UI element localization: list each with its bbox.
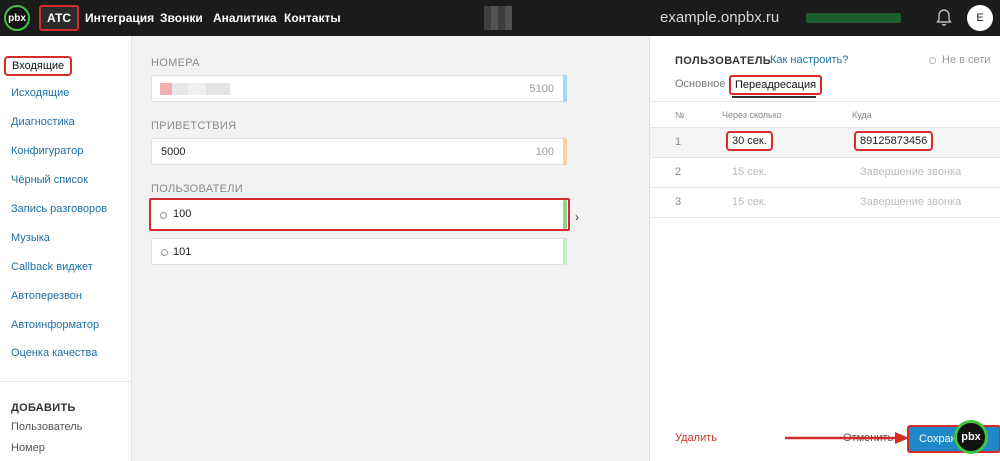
- blurred-phone-number: [160, 83, 230, 95]
- table-row[interactable]: 1 30 сек. 89125873456: [650, 128, 1000, 158]
- table-row[interactable]: 3 15 сек. Завершение звонка: [650, 188, 1000, 218]
- destination-field[interactable]: Завершение звонка: [860, 196, 961, 208]
- panel-title: ПОЛЬЗОВАТЕЛЬ: [675, 55, 772, 67]
- user-settings-panel: ПОЛЬЗОВАТЕЛЬ Как настроить? Не в сети Ос…: [649, 36, 1000, 461]
- nav-calls[interactable]: Звонки: [160, 0, 203, 36]
- tab-general[interactable]: Основное: [675, 78, 725, 90]
- nav-integration[interactable]: Интеграция: [85, 0, 154, 36]
- sidebar-item-diagnostics[interactable]: Диагностика: [11, 116, 75, 128]
- delete-button[interactable]: Удалить: [675, 432, 717, 444]
- user-row-100[interactable]: 100: [149, 198, 570, 231]
- table-row[interactable]: 2 15 сек. Завершение звонка: [650, 158, 1000, 188]
- top-navigation-bar: pbx АТС Интеграция Звонки Аналитика Конт…: [0, 0, 1000, 36]
- user-row-101[interactable]: 101: [151, 238, 567, 265]
- sidebar-item-outgoing[interactable]: Исходящие: [11, 87, 69, 99]
- sidebar-item-music[interactable]: Музыка: [11, 232, 50, 244]
- add-user-link[interactable]: Пользователь: [11, 421, 82, 433]
- user-avatar[interactable]: E: [967, 5, 993, 31]
- row-number: 3: [675, 196, 682, 208]
- destination-field[interactable]: Завершение звонка: [860, 166, 961, 178]
- chevron-right-icon[interactable]: ›: [575, 210, 579, 224]
- sidebar-item-recording[interactable]: Запись разговоров: [11, 203, 107, 215]
- arrow-right-icon: [785, 432, 909, 444]
- balance-indicator: [806, 13, 901, 23]
- number-extension: 5100: [529, 83, 554, 95]
- header-destination: Куда: [852, 110, 872, 120]
- status-text: Не в сети: [942, 54, 991, 66]
- row-number: 1: [675, 136, 682, 148]
- nav-atc[interactable]: АТС: [39, 5, 80, 31]
- greetings-section-title: ПРИВЕТСТВИЯ: [151, 120, 237, 132]
- delay-field[interactable]: 30 сек.: [726, 131, 773, 151]
- users-section-title: ПОЛЬЗОВАТЕЛИ: [151, 183, 243, 195]
- greeting-value: 100: [535, 146, 554, 158]
- pbx-watermark-logo: pbx: [954, 420, 988, 454]
- row-number: 2: [675, 166, 682, 178]
- add-section-header: ДОБАВИТЬ: [11, 402, 76, 414]
- header-number: №: [675, 110, 685, 120]
- user-radio[interactable]: [161, 249, 168, 256]
- sidebar-item-autoinformer[interactable]: Автоинформатор: [11, 319, 99, 331]
- nav-contacts[interactable]: Контакты: [284, 0, 341, 36]
- bell-icon[interactable]: [932, 6, 956, 30]
- status-dot-icon: [929, 57, 936, 64]
- active-tab-underline: [732, 96, 816, 98]
- account-domain: example.onpbx.ru: [660, 9, 780, 26]
- panel-divider: [650, 101, 1000, 102]
- greeting-name: 5000: [161, 146, 186, 158]
- nav-analytics[interactable]: Аналитика: [213, 0, 277, 36]
- delay-field[interactable]: 15 сек.: [732, 166, 767, 178]
- sidebar-item-configurator[interactable]: Конфигуратор: [11, 145, 83, 157]
- user-stripe: [563, 200, 567, 229]
- blurred-area: [484, 6, 512, 30]
- sidebar-item-blacklist[interactable]: Чёрный список: [11, 174, 88, 186]
- status-badge: Не в сети: [929, 54, 990, 66]
- sidebar-item-incoming[interactable]: Входящие: [4, 56, 73, 76]
- user-number: 100: [173, 208, 192, 220]
- howto-link[interactable]: Как настроить?: [770, 54, 848, 66]
- delay-field[interactable]: 15 сек.: [732, 196, 767, 208]
- header-delay: Через сколько: [722, 110, 782, 120]
- tab-forwarding[interactable]: Переадресация: [729, 75, 823, 95]
- sidebar-item-autocallback[interactable]: Автоперезвон: [11, 290, 82, 302]
- user-radio[interactable]: [160, 212, 167, 219]
- sidebar-item-callback-widget[interactable]: Callback виджет: [11, 261, 93, 273]
- greeting-stripe: [563, 138, 567, 165]
- pbx-logo[interactable]: pbx: [4, 5, 30, 31]
- incoming-config-panel: НОМЕРА 5100 ПРИВЕТСТВИЯ 5000 100 ПОЛЬЗОВ…: [132, 36, 649, 461]
- user-number: 101: [173, 246, 192, 258]
- sidebar: Входящие Исходящие Диагностика Конфигура…: [0, 36, 132, 461]
- number-row[interactable]: 5100: [151, 75, 567, 102]
- greeting-row[interactable]: 5000 100: [151, 138, 567, 165]
- destination-field[interactable]: 89125873456: [854, 131, 934, 151]
- sidebar-divider: [0, 381, 132, 382]
- user-stripe: [563, 238, 567, 265]
- sidebar-item-quality[interactable]: Оценка качества: [11, 347, 97, 359]
- number-stripe: [563, 75, 567, 102]
- numbers-section-title: НОМЕРА: [151, 57, 200, 69]
- add-number-link[interactable]: Номер: [11, 442, 45, 454]
